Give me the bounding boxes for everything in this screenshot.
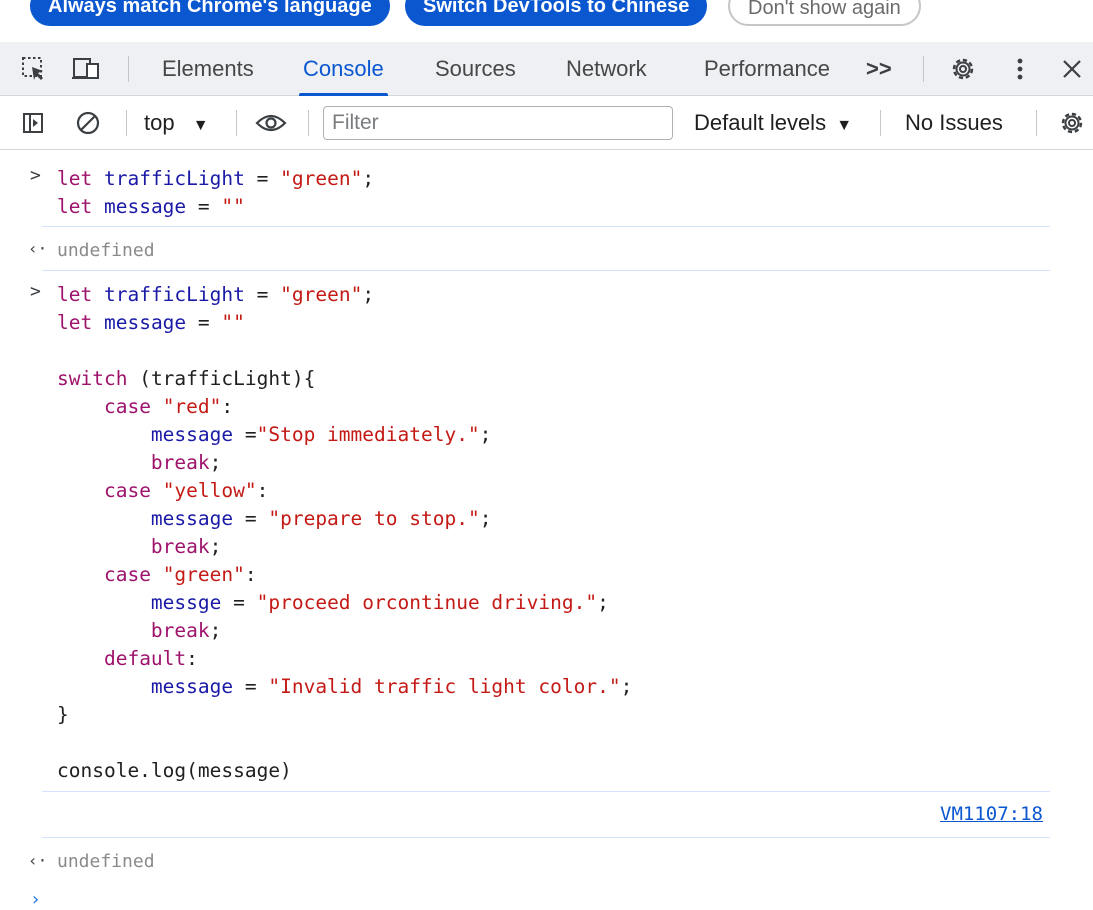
code-line: switch (trafficLight){ (57, 367, 316, 390)
code-line: break; (150, 619, 222, 642)
code-line: case "yellow": (103, 479, 269, 502)
more-options-icon[interactable] (1008, 42, 1032, 96)
show-sidebar-icon[interactable] (18, 96, 48, 150)
console-settings-gear-icon[interactable] (1056, 96, 1088, 150)
log-levels-dropdown[interactable]: Default levels ▼ (694, 96, 852, 150)
tab-console[interactable]: Console (299, 42, 388, 96)
divider (308, 110, 309, 136)
return-arrow-icon: ‹· (28, 851, 48, 870)
close-icon[interactable] (1058, 42, 1086, 96)
divider (1036, 110, 1037, 136)
code-line: let trafficLight = "green"; (57, 167, 375, 190)
code-line: } (57, 703, 69, 726)
divider (236, 110, 237, 136)
switch-language-button[interactable]: Switch DevTools to Chinese (405, 0, 708, 26)
always-match-language-button[interactable]: Always match Chrome's language (30, 0, 390, 26)
tab-sources[interactable]: Sources (435, 42, 516, 96)
code-line: message = "prepare to stop."; (150, 507, 492, 530)
divider (923, 56, 924, 82)
filter-input[interactable] (323, 106, 673, 140)
more-tabs-button[interactable]: >> (866, 42, 892, 96)
tab-network[interactable]: Network (566, 42, 647, 96)
divider (126, 110, 127, 136)
input-prompt-icon: > (30, 165, 41, 186)
code-line: console.log(message) (57, 759, 292, 782)
entry-divider (42, 226, 1050, 227)
tab-elements[interactable]: Elements (162, 42, 254, 96)
device-toolbar-icon[interactable] (68, 42, 106, 96)
issues-counter[interactable]: No Issues (905, 96, 1003, 150)
code-line: default: (103, 647, 198, 670)
entry-divider (42, 837, 1050, 838)
entry-divider (42, 270, 1050, 271)
context-selector[interactable]: top ▼ (144, 96, 209, 150)
divider (128, 56, 129, 82)
code-line: let trafficLight = "green"; (57, 283, 375, 306)
code-line: break; (150, 451, 222, 474)
dropdown-arrow-icon: ▼ (836, 117, 853, 134)
live-expression-eye-icon[interactable] (252, 96, 290, 150)
dropdown-arrow-icon: ▼ (192, 117, 209, 134)
code-line: case "green": (103, 563, 257, 586)
source-link[interactable]: VM1107:18 (940, 803, 1043, 825)
code-line: message = "Invalid traffic light color."… (150, 675, 633, 698)
code-line: break; (150, 535, 222, 558)
code-line: message ="Stop immediately."; (150, 423, 492, 446)
console-output[interactable]: > let trafficLight = "green"; let messag… (0, 151, 1093, 910)
code-line: let message = "" (57, 195, 245, 218)
input-prompt-icon: > (30, 281, 41, 302)
code-line: let message = "" (57, 311, 245, 334)
language-banner: Always match Chrome's language Switch De… (0, 0, 1093, 42)
divider (880, 110, 881, 136)
entry-divider (42, 791, 1050, 792)
dont-show-again-button[interactable]: Don't show again (728, 0, 921, 26)
devtools-tab-bar: Elements Console Sources Network Perform… (0, 42, 1093, 96)
console-toolbar: top ▼ Default levels ▼ No Issues (0, 96, 1093, 150)
settings-gear-icon[interactable] (946, 42, 980, 96)
context-label: top (144, 110, 175, 135)
inspect-element-icon[interactable] (18, 42, 50, 96)
log-levels-label: Default levels (694, 110, 827, 135)
console-input-prompt-icon[interactable]: › (30, 889, 41, 910)
return-arrow-icon: ‹· (28, 239, 48, 258)
code-line: case "red": (103, 395, 234, 418)
tab-performance[interactable]: Performance (704, 42, 830, 96)
result-value: undefined (57, 240, 155, 261)
result-value: undefined (57, 851, 155, 872)
clear-console-icon[interactable] (72, 96, 104, 150)
code-line: messge = "proceed orcontinue driving."; (150, 591, 609, 614)
